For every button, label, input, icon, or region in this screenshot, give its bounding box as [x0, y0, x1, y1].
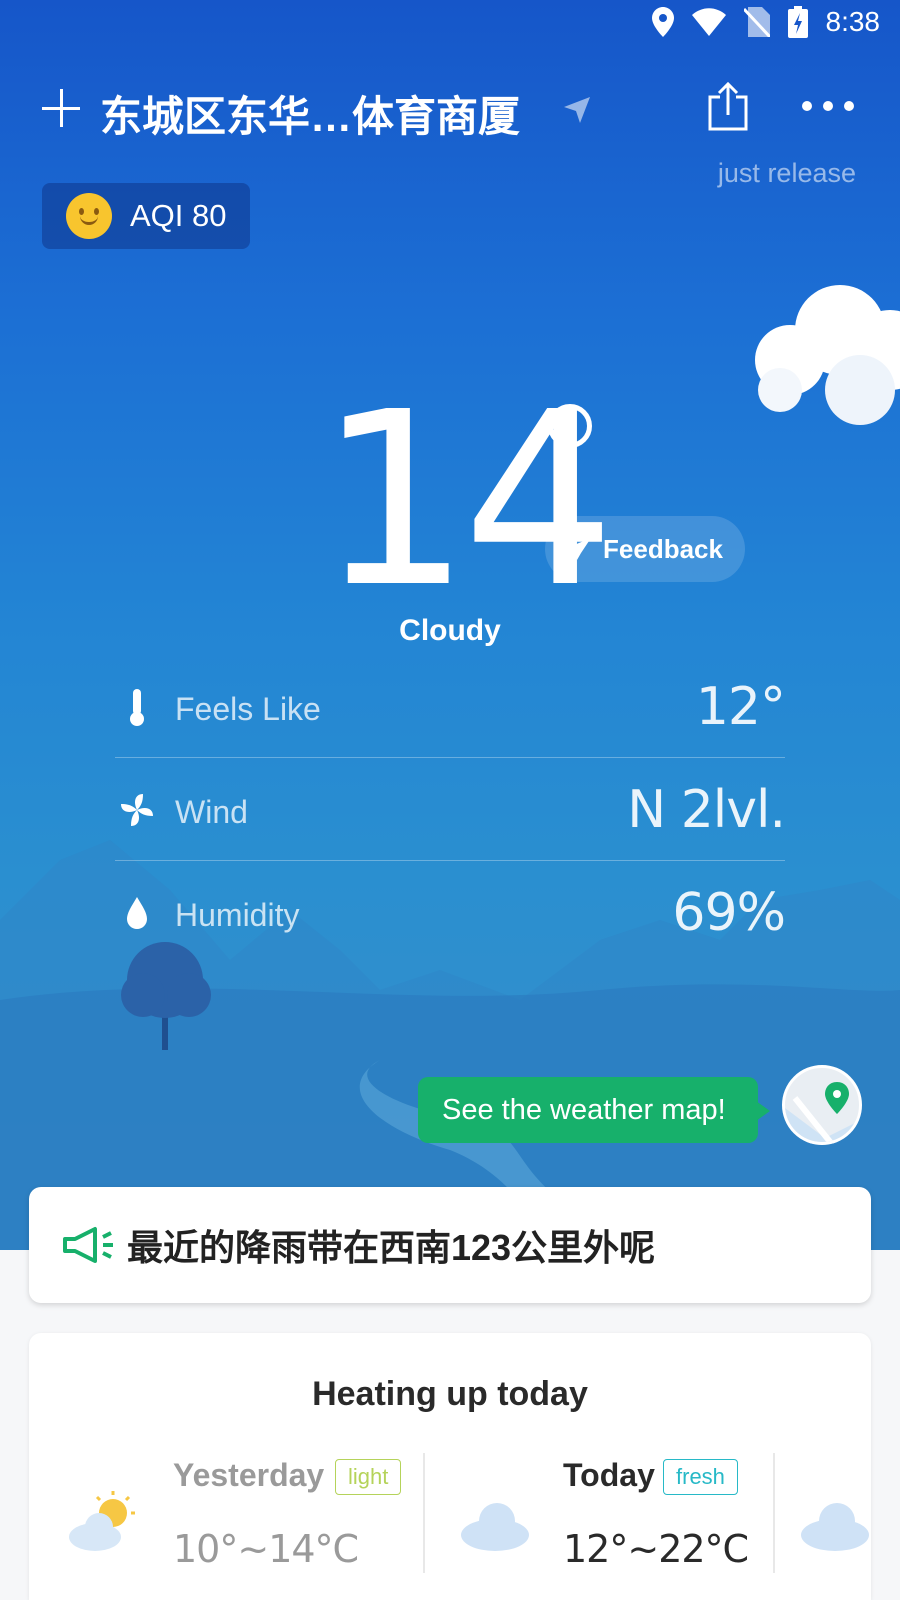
air-quality-tag: light — [335, 1459, 402, 1495]
forecast-day-next[interactable] — [793, 1457, 871, 1587]
weather-map-tooltip[interactable]: See the weather map! — [418, 1077, 770, 1143]
weather-details: Feels Like 12° Wind N 2lvl. Humidity 69% — [115, 655, 786, 964]
air-quality-tag: fresh — [663, 1459, 738, 1495]
weather-map-button[interactable] — [782, 1065, 862, 1145]
battery-charging-icon — [787, 6, 808, 38]
forecast-title: Heating up today — [312, 1375, 588, 1413]
fan-icon — [121, 794, 153, 826]
detail-value: 69% — [672, 883, 786, 943]
feedback-label: Feedback — [603, 533, 723, 564]
degree-symbol — [548, 404, 592, 448]
detail-value: N 2lvl. — [627, 780, 786, 840]
status-time: 8:38 — [825, 6, 881, 37]
droplet-icon — [127, 897, 147, 929]
forecast-day-yesterday[interactable]: Yesterday light 10°~14°C — [63, 1457, 423, 1587]
detail-row-feels-like: Feels Like 12° — [115, 655, 786, 758]
forecast-card: Heating up today Yesterday light 10°~14°… — [29, 1333, 871, 1600]
day-divider — [423, 1453, 425, 1573]
day-divider — [773, 1453, 775, 1573]
location-status-icon — [651, 7, 674, 37]
forecast-day-today[interactable]: Today fresh 12°~22°C — [453, 1457, 763, 1587]
release-status: just release — [717, 158, 856, 188]
location-arrow-icon — [564, 97, 590, 123]
feedback-button[interactable]: Feedback — [545, 516, 745, 582]
thermometer-icon — [130, 689, 144, 726]
no-sim-icon — [743, 7, 770, 37]
notice-text: 最近的降雨带在西南123公里外呢 — [127, 1227, 656, 1268]
temperature-range: 10°~14°C — [173, 1527, 359, 1571]
city-name[interactable]: 东城区东华…体育商厦 — [100, 83, 520, 144]
detail-name: Feels Like — [175, 691, 321, 727]
aqi-label: AQI 80 — [130, 198, 227, 233]
more-options-button[interactable] — [802, 101, 854, 115]
status-bar: 8:38 — [0, 0, 900, 50]
cloud-icon — [801, 1503, 869, 1551]
detail-name: Wind — [175, 794, 248, 830]
rain-notice-banner[interactable]: 最近的降雨带在西南123公里外呢 — [29, 1187, 871, 1303]
share-button[interactable] — [706, 81, 750, 133]
detail-name: Humidity — [175, 897, 300, 933]
aqi-badge[interactable]: AQI 80 — [42, 183, 250, 249]
day-name: Yesterday — [173, 1457, 325, 1493]
detail-value: 12° — [695, 677, 786, 737]
wifi-icon — [691, 8, 726, 36]
detail-row-wind: Wind N 2lvl. — [115, 758, 786, 861]
smiley-icon — [66, 193, 112, 239]
add-city-button[interactable] — [40, 87, 84, 131]
detail-row-humidity: Humidity 69% — [115, 861, 786, 964]
partly-sunny-icon — [69, 1491, 135, 1551]
day-name: Today — [563, 1457, 655, 1493]
weather-condition: Cloudy — [399, 614, 501, 647]
temperature-range: 12°~22°C — [563, 1527, 749, 1571]
cloud-icon — [461, 1503, 529, 1551]
megaphone-icon — [63, 1227, 113, 1263]
cloud-decoration — [755, 285, 900, 425]
top-bar: 东城区东华…体育商厦 — [0, 75, 900, 145]
paper-plane-icon — [567, 538, 592, 560]
